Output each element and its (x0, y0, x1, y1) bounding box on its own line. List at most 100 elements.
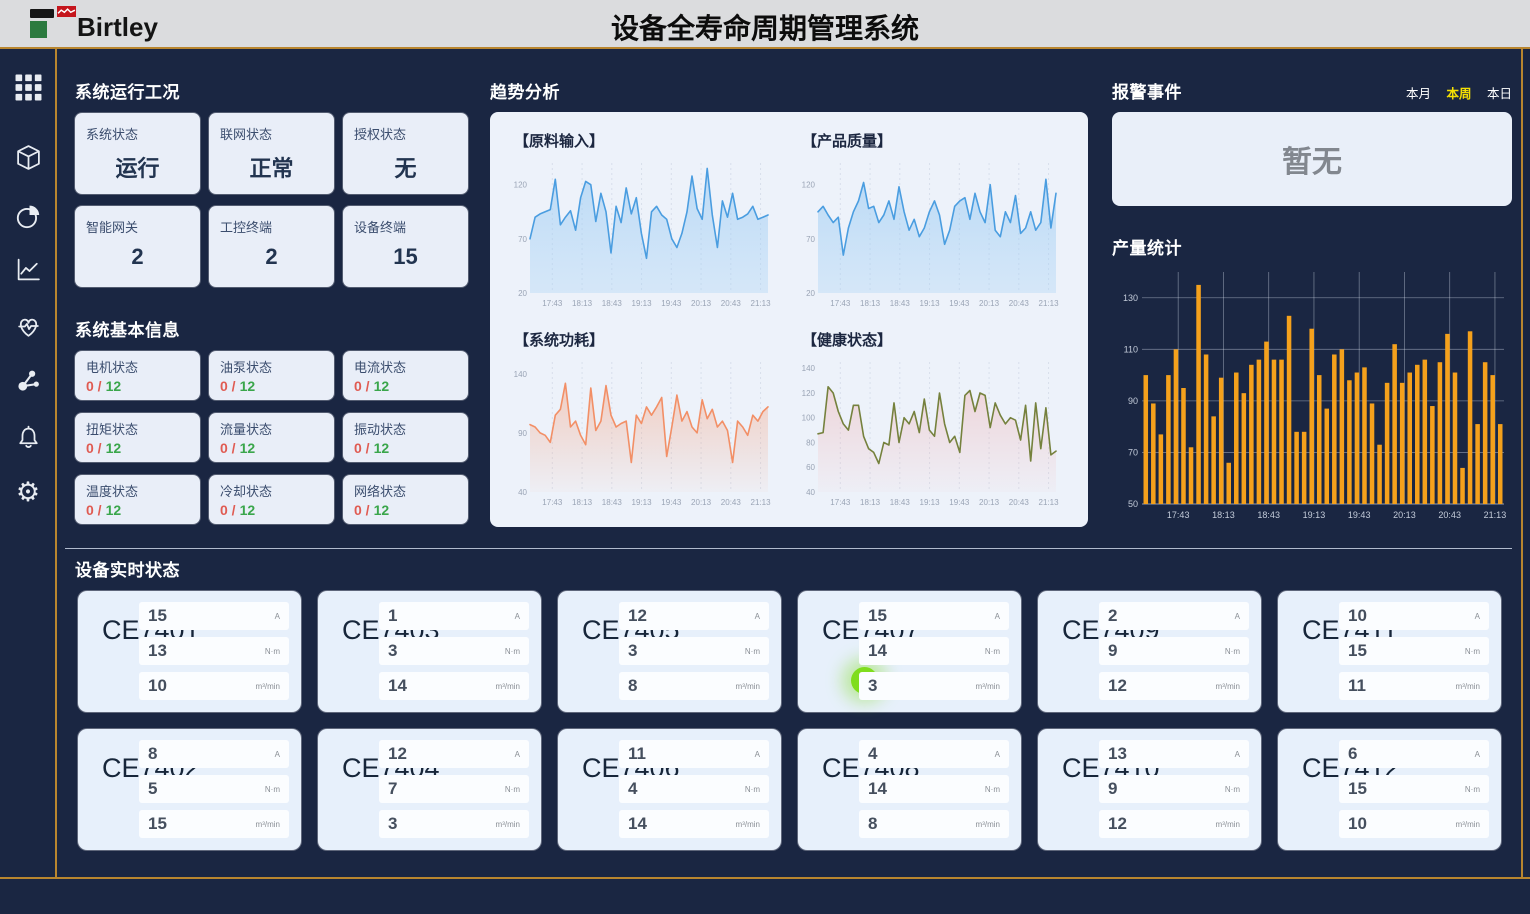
device-metric-value: 9 (1108, 641, 1117, 661)
device-metric-unit: N·m (1465, 647, 1480, 656)
device-card-ce7411[interactable]: CE7411 10A15N·m11m³/min (1278, 591, 1501, 712)
chart-title: 【产品质量】 (802, 130, 1080, 151)
device-metric-row: 11m³/min (1339, 672, 1489, 700)
alarm-header: 报警事件 本月 本周 本日 (1112, 78, 1512, 103)
tab-this-week[interactable]: 本周 (1447, 87, 1472, 101)
device-metric-row: 8m³/min (859, 810, 1009, 838)
svg-text:19:43: 19:43 (661, 498, 682, 507)
system-info-grid: 电机状态0 /12 油泵状态0 /12 电流状态0 /12 扭矩状态0 /12 … (75, 351, 468, 524)
device-metric-unit: A (1475, 750, 1480, 759)
device-metric-value: 8 (148, 744, 157, 764)
pie-chart-icon[interactable] (13, 201, 43, 231)
device-metric-value: 3 (388, 814, 397, 834)
info-card-value: 0 /12 (86, 378, 189, 394)
svg-text:18:13: 18:13 (572, 498, 593, 507)
chart-raw-input: 【原料输入】 17:4318:1318:4319:1319:4320:1320:… (504, 124, 792, 323)
device-metric-unit: A (1235, 750, 1240, 759)
info-card-value: 0 /12 (354, 378, 457, 394)
svg-text:20:43: 20:43 (1009, 498, 1030, 507)
device-metric-value: 13 (1108, 744, 1127, 764)
device-metric-row: 9N·m (1099, 775, 1249, 803)
frame-top-line (0, 47, 1530, 49)
chart-title: 【健康状态】 (802, 329, 1080, 350)
device-metric-value: 15 (1348, 779, 1367, 799)
gear-icon[interactable]: ⚙ (13, 477, 43, 507)
status-card-value: 无 (354, 151, 457, 183)
device-metric-unit: A (755, 612, 760, 621)
alarm-tabs: 本月 本周 本日 (1395, 83, 1512, 103)
chart-title: 【原料输入】 (514, 130, 792, 151)
device-card-ce7409[interactable]: CE7409 2A9N·m12m³/min (1038, 591, 1261, 712)
status-card-value: 运行 (86, 151, 189, 183)
device-card-ce7410[interactable]: CE7410 13A9N·m12m³/min (1038, 729, 1261, 850)
device-metric-row: 4N·m (619, 775, 769, 803)
line-chart-icon[interactable] (13, 254, 43, 284)
svg-text:17:43: 17:43 (830, 498, 851, 507)
device-metric-unit: m³/min (976, 820, 1000, 829)
device-card-ce7406[interactable]: CE7406 11A4N·m14m³/min (558, 729, 781, 850)
device-metric-unit: m³/min (1216, 820, 1240, 829)
section-title-system-status: 系统运行工况 (75, 78, 180, 103)
device-metric-value: 14 (868, 779, 887, 799)
device-metric-unit: A (275, 612, 280, 621)
info-card-label: 流量状态 (220, 419, 323, 438)
svg-text:80: 80 (806, 438, 815, 447)
info-card-label: 电流状态 (354, 357, 457, 376)
device-metric-value: 6 (1348, 744, 1357, 764)
section-title-alarms: 报警事件 (1112, 78, 1182, 103)
status-card: 智能网关2 (75, 206, 200, 287)
device-metric-row: 8 m³/min (619, 672, 769, 700)
device-metric-value: 10 (1348, 814, 1367, 834)
status-card-value: 2 (86, 244, 189, 270)
device-card-ce7403[interactable]: CE7403 1A3N·m14m³/min (318, 591, 541, 712)
info-card: 网络状态0 /12 (343, 475, 468, 524)
bell-icon[interactable] (13, 422, 43, 452)
device-card-ce7408[interactable]: CE7408 4A14N·m8m³/min (798, 729, 1021, 850)
device-card-ce7404[interactable]: CE7404 12A7N·m3m³/min (318, 729, 541, 850)
status-card-value: 2 (220, 244, 323, 270)
device-card-ce7401[interactable]: CE7401 15A13N·m10m³/min (78, 591, 301, 712)
device-card-ce7405[interactable]: CE7405 12A3N·m8m³/min (558, 591, 781, 712)
molecule-icon[interactable] (13, 365, 43, 395)
device-metric-row: 10m³/min (1339, 810, 1489, 838)
device-metric-row: 3m³/min (379, 810, 529, 838)
svg-text:19:43: 19:43 (661, 299, 682, 308)
device-card-ce7407[interactable]: CE7407 15A14N·m3m³/min (798, 591, 1021, 712)
device-metric-value: 10 (148, 676, 167, 696)
svg-text:120: 120 (802, 181, 816, 190)
device-card-ce7412[interactable]: CE7412 6A15N·m10m³/min (1278, 729, 1501, 850)
device-metric-row: 12m³/min (1099, 672, 1249, 700)
device-metric-value: 3 (628, 641, 637, 661)
info-card-label: 振动状态 (354, 419, 457, 438)
apps-grid-icon[interactable] (13, 72, 43, 102)
device-metric-unit: m³/min (976, 682, 1000, 691)
tab-this-month[interactable]: 本月 (1406, 87, 1431, 101)
system-status-grid: 系统状态运行 联网状态正常 授权状态无 智能网关2 工控终端2 设备终端15 (75, 113, 468, 287)
info-card-label: 扭矩状态 (86, 419, 189, 438)
svg-text:18:13: 18:13 (860, 299, 881, 308)
info-card: 电机状态0 /12 (75, 351, 200, 400)
device-card-ce7402[interactable]: CE7402 8A5N·m15m³/min (78, 729, 301, 850)
device-metric-row: 14m³/min (619, 810, 769, 838)
production-bar-chart: 13011090705017:4318:1318:4319:1319:4320:… (1112, 258, 1512, 536)
svg-text:20:43: 20:43 (1009, 299, 1030, 308)
svg-text:19:13: 19:13 (1303, 510, 1326, 520)
info-card: 冷却状态0 /12 (209, 475, 334, 524)
device-metric-row: 12A (379, 740, 529, 768)
heart-pulse-icon[interactable] (13, 311, 43, 341)
svg-text:18:43: 18:43 (1257, 510, 1280, 520)
device-metric-unit: m³/min (736, 682, 760, 691)
device-metric-row: 12A (619, 602, 769, 630)
device-metric-unit: A (755, 750, 760, 759)
svg-text:18:13: 18:13 (1212, 510, 1235, 520)
status-card-value: 15 (354, 244, 457, 270)
device-metric-row: 6A (1339, 740, 1489, 768)
svg-text:20:13: 20:13 (691, 299, 712, 308)
device-metric-row: 3m³/min (859, 672, 1009, 700)
svg-text:20:13: 20:13 (1393, 510, 1416, 520)
device-metric-value: 1 (388, 606, 397, 626)
cube-icon[interactable] (13, 142, 43, 172)
tab-today[interactable]: 本日 (1487, 87, 1512, 101)
device-metric-value: 11 (628, 744, 646, 764)
device-metric-value: 8 (628, 676, 637, 696)
